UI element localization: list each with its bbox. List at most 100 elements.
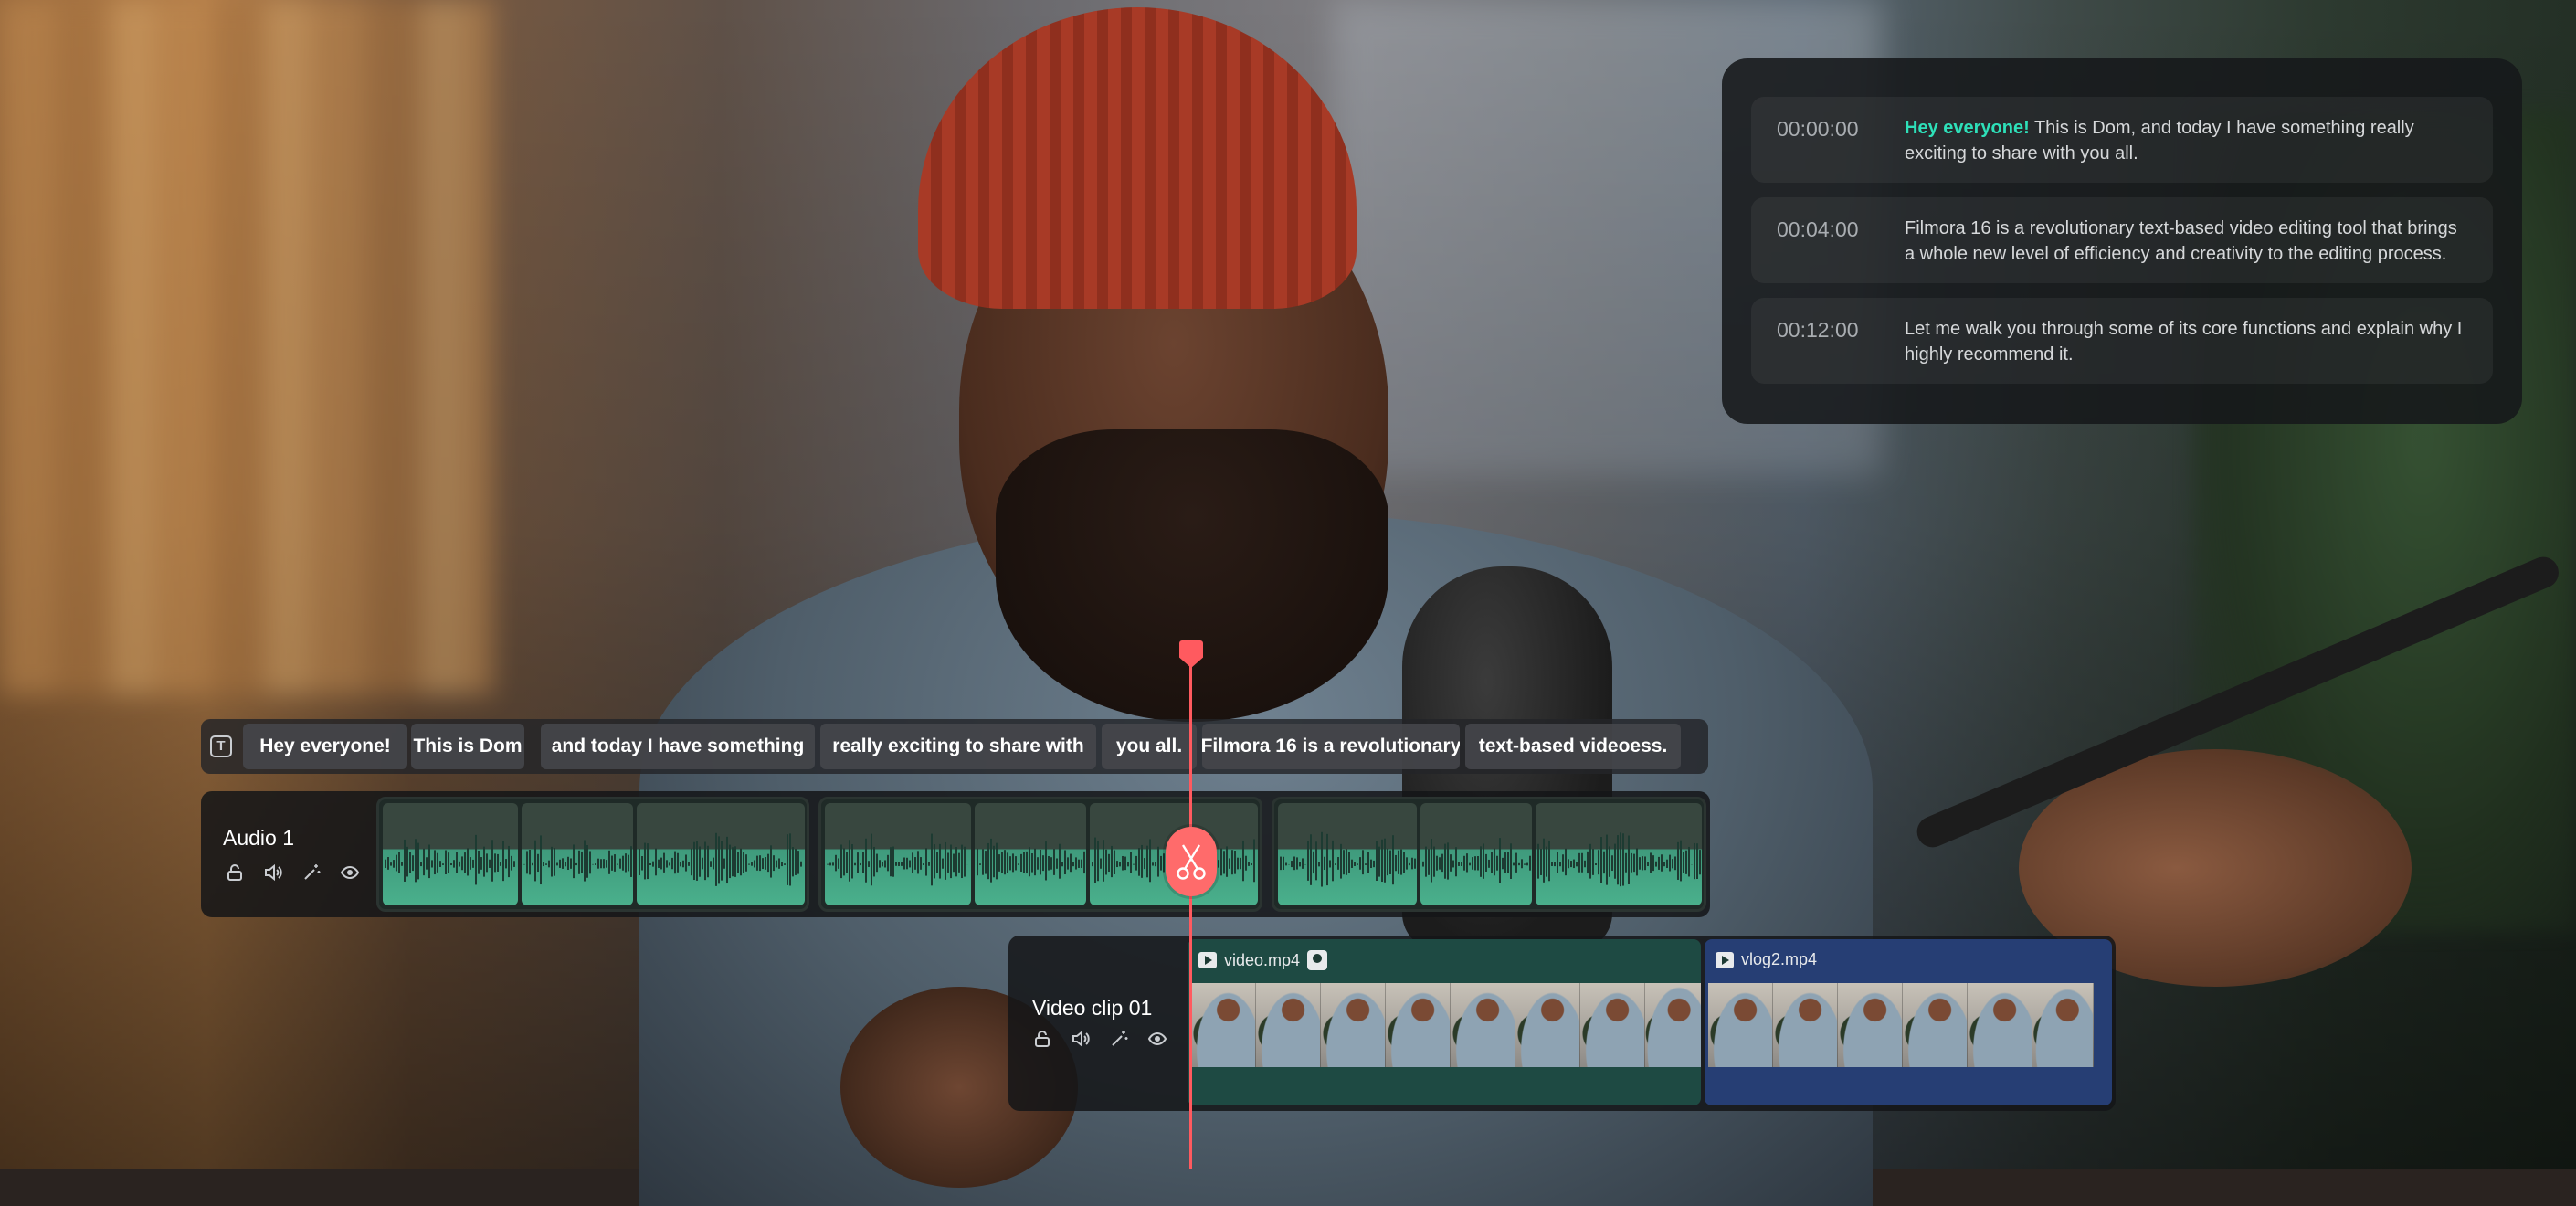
waveform-bar [1291, 861, 1293, 867]
waveform-bar [737, 852, 739, 873]
waveform-bar [1059, 844, 1061, 879]
waveform-bar [1042, 855, 1044, 871]
waveform-bar [887, 855, 889, 872]
video-frame [1321, 983, 1386, 1067]
waveform-bar [1502, 858, 1504, 869]
caption-segment[interactable]: text-based videoess. [1465, 724, 1681, 769]
audio-waveform [383, 803, 518, 905]
waveform-graphic [1278, 803, 1417, 905]
transcript-timestamp: 00:04:00 [1777, 216, 1905, 242]
waveform-bar [1661, 854, 1663, 871]
waveform-bar [1127, 862, 1129, 866]
waveform-bar [691, 849, 692, 875]
waveform-bar [710, 861, 712, 867]
waveform-bar [1411, 858, 1413, 870]
waveform-bar [565, 862, 566, 866]
waveform-bar [671, 858, 673, 869]
text-track-icon: T [210, 735, 232, 757]
audio-clip[interactable] [1272, 797, 1706, 912]
audio-waveform [522, 803, 633, 905]
waveform-bar [1606, 835, 1608, 885]
waveform-bar [865, 839, 867, 883]
waveform-bar [663, 853, 665, 873]
waveform-bar [415, 839, 417, 882]
waveform-bar [1392, 835, 1394, 884]
caption-segment[interactable]: This is Dom [411, 724, 524, 769]
waveform-bar [998, 854, 1000, 872]
waveform-bar [1518, 863, 1520, 865]
waveform-bar [1365, 863, 1367, 865]
transcript-panel: 00:00:00 Hey everyone! This is Dom, and … [1722, 58, 2522, 424]
waveform-bar [597, 859, 599, 869]
video-frame [1903, 983, 1968, 1067]
waveform-bar [1444, 844, 1446, 879]
waveform-bar [1381, 840, 1383, 882]
audio-waveform [1536, 803, 1702, 905]
playhead-line[interactable] [1189, 654, 1192, 1169]
waveform-bar [1617, 835, 1619, 884]
waveform-bar [1540, 849, 1542, 875]
waveform-bar [628, 855, 629, 872]
waveform-bar [537, 854, 539, 872]
waveform-bar [1340, 844, 1342, 879]
waveform-bar [464, 852, 466, 873]
transcript-row[interactable]: 00:12:00 Let me walk you through some of… [1751, 298, 2493, 384]
waveform-bar [1622, 833, 1624, 885]
waveform-bar [1642, 856, 1643, 870]
waveform-bar [1092, 862, 1093, 866]
video-clip[interactable]: vlog2.mp4 [1705, 939, 2112, 1106]
transcript-text: Filmora 16 is a revolutionary text-based… [1905, 216, 2471, 267]
waveform-bar [556, 862, 558, 865]
audio-clip[interactable] [376, 797, 809, 912]
waveform-bar [1111, 846, 1113, 877]
waveform-bar [862, 852, 864, 873]
eye-icon[interactable] [340, 862, 360, 883]
waveform-bar [1548, 841, 1550, 881]
waveform-bar [1029, 847, 1030, 876]
waveform-bar [475, 835, 477, 885]
waveform-bar [996, 843, 998, 880]
lock-icon[interactable] [225, 862, 245, 883]
video-clip[interactable]: video.mp4 [1188, 939, 1701, 1106]
waveform-bar [578, 851, 580, 874]
waveform-bar [1075, 857, 1077, 869]
magic-wand-icon[interactable] [1109, 1029, 1129, 1049]
waveform-bar [497, 854, 499, 872]
caption-segment[interactable]: Filmora 16 is a revolutionary [1202, 724, 1460, 769]
transcript-row[interactable]: 00:00:00 Hey everyone! This is Dom, and … [1751, 97, 2493, 183]
waveform-bar [1551, 862, 1553, 866]
waveform-bar [682, 861, 684, 867]
person-beard [996, 429, 1388, 722]
waveform-bar [767, 854, 769, 872]
caption-segment[interactable]: and today I have something [541, 724, 815, 769]
waveform-bar [778, 858, 780, 868]
waveform-bar [840, 845, 842, 879]
waveform-bar [1469, 863, 1471, 866]
waveform-bar [950, 845, 952, 879]
magic-wand-icon[interactable] [301, 862, 322, 883]
waveform-bar [526, 851, 528, 873]
video-frame [1580, 983, 1645, 1067]
speaker-icon[interactable] [1071, 1029, 1091, 1049]
waveform-bar [1378, 847, 1380, 877]
waveform-bar [505, 859, 507, 868]
caption-segment[interactable]: really exciting to share with [820, 724, 1096, 769]
speaker-icon[interactable] [263, 862, 283, 883]
lock-icon[interactable] [1032, 1029, 1052, 1049]
waveform-bar [773, 855, 775, 871]
eye-icon[interactable] [1147, 1029, 1167, 1049]
waveform-bar [964, 847, 966, 877]
waveform-bar [1699, 850, 1701, 874]
waveform-bar [890, 847, 892, 876]
waveform-bar [1609, 846, 1610, 876]
caption-segment[interactable]: you all. [1102, 724, 1197, 769]
split-button[interactable] [1166, 827, 1217, 896]
waveform-bar [912, 852, 913, 873]
caption-segment[interactable]: Hey everyone! [243, 724, 407, 769]
scissors-icon [1176, 841, 1207, 882]
waveform-bar [759, 855, 761, 871]
transcript-row[interactable]: 00:04:00 Filmora 16 is a revolutionary t… [1751, 197, 2493, 283]
waveform-bar [1283, 857, 1284, 870]
waveform-bar [589, 851, 591, 873]
waveform-bar [573, 844, 575, 878]
